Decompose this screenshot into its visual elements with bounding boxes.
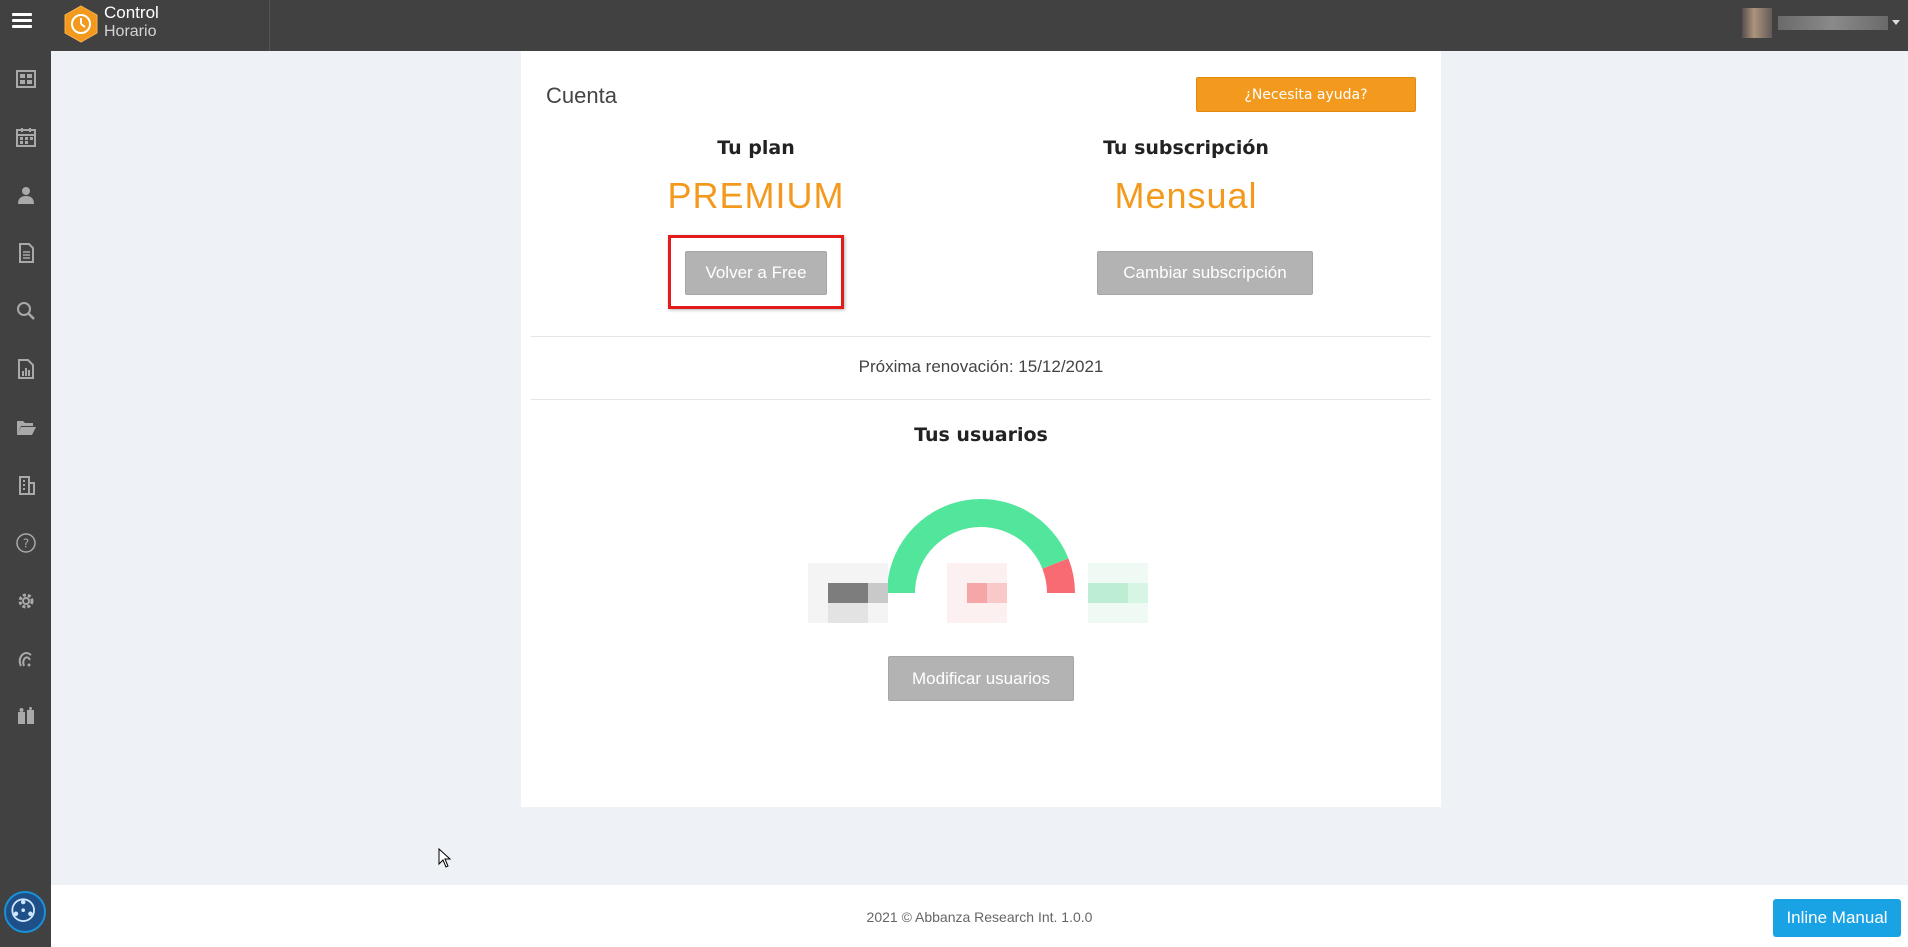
sidebar-item-files[interactable]	[0, 407, 51, 447]
footer-copyright: 2021 © Abbanza Research Int. 1.0.0	[866, 909, 1093, 925]
user-menu[interactable]	[1742, 8, 1900, 38]
divider	[531, 399, 1431, 400]
help-button[interactable]: ¿Necesita ayuda?	[1196, 77, 1416, 112]
sidebar: ?	[0, 51, 51, 947]
sidebar-item-team[interactable]	[0, 697, 51, 737]
gear-icon	[18, 593, 33, 609]
sidebar-item-reports[interactable]	[0, 349, 51, 389]
dots-ring-icon	[11, 898, 35, 922]
divider	[531, 336, 1431, 337]
users-used-redacted	[947, 563, 1007, 623]
folder-open-icon	[16, 421, 36, 435]
sidebar-item-settings[interactable]	[0, 581, 51, 621]
users-total-redacted	[808, 563, 888, 623]
sidebar-item-help[interactable]: ?	[0, 523, 51, 563]
plan-heading: Tu plan	[717, 137, 795, 159]
users-available-redacted	[1088, 563, 1148, 623]
sidebar-item-calendar[interactable]	[0, 117, 51, 157]
people-icon	[17, 707, 34, 724]
sidebar-item-documents[interactable]	[0, 233, 51, 273]
search-icon	[16, 302, 35, 320]
top-bar: Control Horario	[0, 0, 1908, 51]
plan-value: PREMIUM	[667, 175, 845, 216]
app-name: Control Horario	[104, 3, 159, 41]
page-title: Cuenta	[546, 83, 617, 108]
document-icon	[18, 243, 34, 263]
gauge-remaining-arc	[1042, 558, 1075, 594]
menu-icon[interactable]	[10, 10, 34, 34]
highlight-annotation	[668, 235, 844, 309]
building-icon	[18, 476, 35, 495]
renewal-date: Próxima renovación: 15/12/2021	[858, 357, 1104, 376]
calendar-icon	[15, 128, 36, 147]
user-icon	[17, 187, 34, 204]
topbar-divider	[269, 0, 270, 51]
sidebar-item-users[interactable]	[0, 175, 51, 215]
fingerprint-icon	[18, 652, 32, 667]
mouse-cursor-icon	[438, 848, 452, 868]
report-icon	[17, 359, 34, 379]
inline-manual-launcher-icon[interactable]	[4, 891, 46, 933]
subscription-heading: Tu subscripción	[1103, 137, 1269, 159]
svg-text:?: ?	[22, 537, 28, 551]
footer: 2021 © Abbanza Research Int. 1.0.0	[51, 885, 1908, 947]
account-card: Cuenta ¿Necesita ayuda? Tu plan PREMIUM …	[521, 51, 1441, 807]
users-heading: Tus usuarios	[914, 424, 1048, 446]
inline-manual-button[interactable]: Inline Manual	[1773, 899, 1901, 937]
caret-down-icon	[1892, 20, 1900, 25]
change-subscription-button[interactable]: Cambiar subscripción	[1097, 251, 1313, 295]
clock-logo-icon	[64, 5, 98, 43]
avatar	[1742, 8, 1772, 38]
app-name-line1: Control	[104, 3, 159, 22]
sidebar-item-dashboard[interactable]	[0, 59, 51, 99]
sidebar-item-search[interactable]	[0, 291, 51, 331]
user-name-redacted	[1778, 16, 1888, 30]
sidebar-item-accessibility[interactable]	[0, 639, 51, 679]
subscription-value: Mensual	[1114, 175, 1258, 216]
modify-users-button[interactable]: Modificar usuarios	[888, 656, 1074, 701]
sidebar-item-company[interactable]	[0, 465, 51, 505]
dashboard-icon	[15, 70, 36, 88]
app-name-line2: Horario	[104, 23, 157, 40]
help-icon: ?	[15, 533, 36, 553]
